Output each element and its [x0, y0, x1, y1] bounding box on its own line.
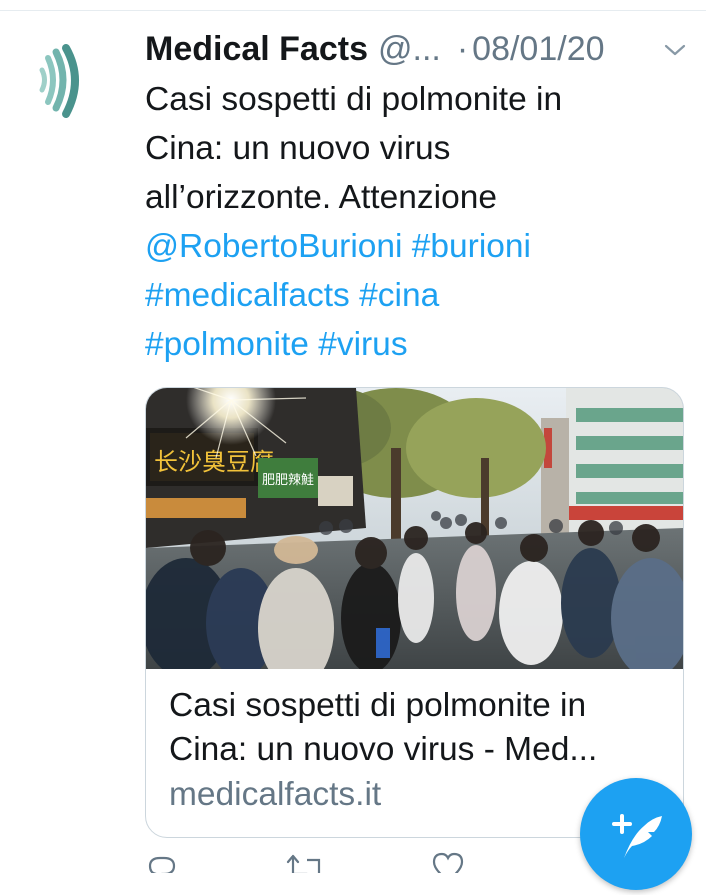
hashtag-medicalfacts[interactable]: #medicalfacts [145, 277, 350, 314]
crowded-street-photo: 长沙臭豆腐 肥肥辣鮭 [146, 388, 683, 669]
tweet-text: Casi sospetti di polmonite in Cina: un n… [145, 75, 690, 369]
author-name[interactable]: Medical Facts [145, 24, 368, 74]
shop-sign-text: 长沙臭豆腐 [154, 448, 274, 476]
heart-icon[interactable] [432, 852, 476, 873]
tweet-date[interactable]: 08/01/20 [472, 24, 604, 74]
tweet-text-line: all’orizzonte. Attenzione [145, 179, 497, 216]
shop-sign-text-2: 肥肥辣鮭 [262, 473, 314, 488]
link-card[interactable]: 长沙臭豆腐 肥肥辣鮭 Casi sospetti di polmonite in… [145, 387, 684, 838]
top-divider [0, 10, 706, 11]
chevron-down-icon[interactable] [663, 38, 687, 62]
tweet[interactable]: Medical Facts @... · 08/01/20 Casi sospe… [145, 24, 690, 369]
card-image[interactable]: 长沙臭豆腐 肥肥辣鮭 [146, 388, 683, 669]
hashtag-burioni[interactable]: #burioni [412, 228, 531, 265]
mention-link[interactable]: @RobertoBurioni [145, 228, 402, 265]
retweet-icon[interactable] [285, 852, 329, 873]
reply-icon[interactable] [146, 852, 178, 873]
card-title-line: Casi sospetti di polmonite in [169, 687, 587, 724]
compose-tweet-button[interactable] [580, 778, 692, 890]
hashtag-virus[interactable]: #virus [318, 326, 407, 363]
tweet-text-line: Cina: un nuovo virus [145, 130, 451, 167]
avatar[interactable] [20, 30, 120, 130]
hashtag-cina[interactable]: #cina [359, 277, 439, 314]
card-title[interactable]: Casi sospetti di polmonite in Cina: un n… [169, 684, 669, 772]
author-handle[interactable]: @... [378, 24, 441, 74]
tweet-header: Medical Facts @... · 08/01/20 [145, 24, 690, 74]
hashtag-polmonite[interactable]: #polmonite [145, 326, 309, 363]
tweet-text-line: Casi sospetti di polmonite in [145, 81, 563, 118]
sound-waves-logo-icon [39, 44, 79, 118]
separator-dot: · [456, 30, 469, 68]
card-title-line: Cina: un nuovo virus - Med... [169, 731, 598, 768]
compose-tweet-icon [612, 814, 662, 858]
